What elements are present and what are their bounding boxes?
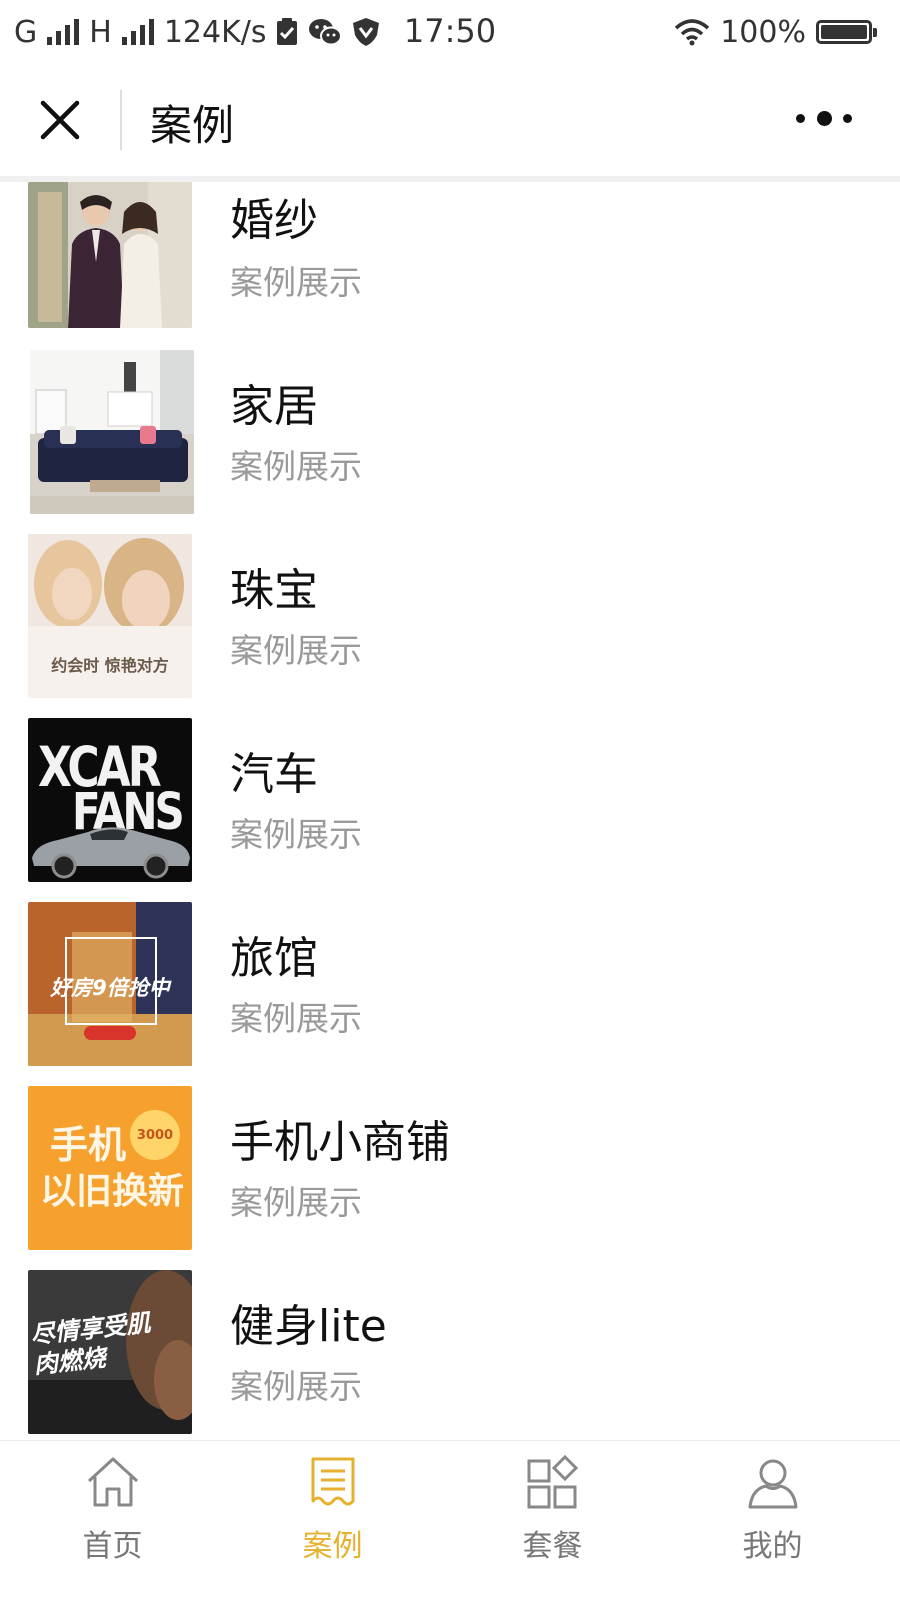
list-item-phone-shop[interactable]: 手机 以旧换新 3000 手机小商铺 案例展示 [0, 1086, 900, 1270]
more-icon [796, 113, 805, 123]
tab-home[interactable]: 首页 [0, 1441, 225, 1601]
jewelry-thumbnail: 约会时 惊艳对方 [28, 534, 192, 698]
item-title: 健身lite [230, 1301, 387, 1352]
vpn-shield-icon [353, 18, 380, 46]
list-item-car[interactable]: XCAR FANS 汽车 案例展示 [0, 718, 900, 902]
list-item-jewelry[interactable]: 约会时 惊艳对方 珠宝 案例展示 [0, 534, 900, 718]
item-subtitle: 案例展示 [230, 1183, 362, 1222]
status-left: G H 124K/s [14, 12, 380, 52]
status-bar: G H 124K/s 17:50 100% [0, 0, 900, 62]
carrier-2-label: H [89, 14, 112, 50]
item-subtitle: 案例展示 [230, 263, 362, 302]
signal-1-icon [47, 19, 80, 45]
tab-label: 首页 [82, 1529, 143, 1564]
tab-cases[interactable]: 案例 [220, 1441, 445, 1601]
tab-me[interactable]: 我的 [660, 1441, 885, 1601]
phone-thumb-text-2: 以旧换新 [40, 1171, 185, 1212]
tab-bar: 首页 案例 套餐 我的 [0, 1440, 900, 1601]
tab-label: 套餐 [522, 1529, 583, 1564]
item-title: 汽车 [230, 749, 318, 800]
item-title: 手机小商铺 [230, 1117, 450, 1168]
nav-bar: 案例 [0, 62, 900, 176]
list-item-wedding[interactable]: 婚纱 案例展示 [0, 182, 900, 358]
item-title: 家居 [230, 381, 318, 432]
item-title: 珠宝 [230, 565, 318, 616]
close-icon [40, 100, 80, 140]
close-button[interactable] [36, 96, 84, 144]
item-subtitle: 案例展示 [230, 1367, 362, 1406]
item-subtitle: 案例展示 [230, 815, 362, 854]
home-thumbnail [30, 350, 194, 514]
phone-thumb-badge: 3000 [130, 1110, 180, 1160]
item-subtitle: 案例展示 [230, 447, 362, 486]
network-speed: 124K/s [163, 14, 267, 50]
tab-label: 我的 [742, 1529, 803, 1564]
hotel-thumb-text: 好房9倍抢中 [50, 976, 170, 1000]
item-title: 旅馆 [230, 933, 318, 984]
battery-percent: 100% [720, 14, 806, 50]
wedding-thumbnail [28, 182, 192, 328]
car-thumbnail: XCAR FANS [28, 718, 192, 882]
nav-divider [120, 90, 122, 150]
more-icon-dot [843, 113, 852, 123]
grid-icon [527, 1455, 578, 1509]
tab-label: 案例 [302, 1529, 363, 1564]
tab-packages[interactable]: 套餐 [440, 1441, 665, 1601]
fitness-thumb-text: 尽情享受肌肉燃烧 [29, 1308, 152, 1380]
jewelry-thumb-text: 约会时 惊艳对方 [51, 656, 169, 675]
more-icon-dot [816, 110, 832, 126]
phone-thumb-text-1: 手机 [50, 1123, 127, 1167]
clipboard-icon [277, 18, 298, 45]
wifi-icon [675, 19, 710, 46]
case-list: 婚纱 案例展示 家居 案例展示 约会时 惊艳对方 珠宝 案例展示 XCAR FA… [0, 182, 900, 1439]
list-item-fitness[interactable]: 尽情享受肌肉燃烧 健身lite 案例展示 [0, 1270, 900, 1439]
fitness-thumbnail: 尽情享受肌肉燃烧 [28, 1270, 192, 1434]
page-title: 案例 [150, 101, 235, 150]
user-icon [748, 1459, 797, 1509]
document-icon [311, 1457, 354, 1506]
status-right: 100% [674, 12, 877, 52]
hotel-thumbnail: 好房9倍抢中 [28, 902, 192, 1066]
wechat-icon [309, 19, 343, 46]
signal-2-icon [121, 19, 154, 45]
item-subtitle: 案例展示 [230, 631, 362, 670]
home-icon [87, 1457, 138, 1507]
phone-shop-thumbnail: 手机 以旧换新 3000 [28, 1086, 192, 1250]
list-item-hotel[interactable]: 好房9倍抢中 旅馆 案例展示 [0, 902, 900, 1086]
item-subtitle: 案例展示 [230, 999, 362, 1038]
battery-icon [816, 20, 877, 44]
carrier-1-label: G [14, 14, 38, 50]
more-button[interactable] [796, 106, 852, 130]
item-title: 婚纱 [230, 195, 318, 246]
list-item-home[interactable]: 家居 案例展示 [0, 350, 900, 534]
